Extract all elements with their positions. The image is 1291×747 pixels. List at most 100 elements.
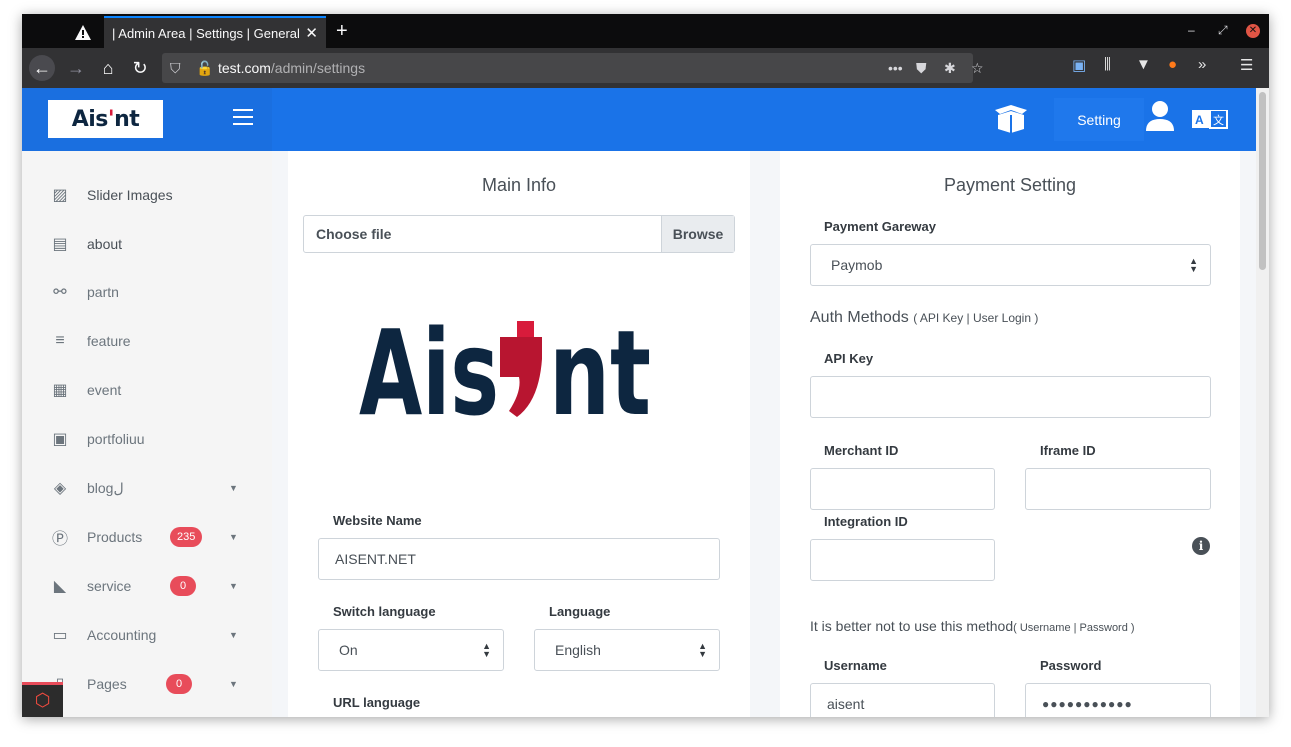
page-scrollbar[interactable] <box>1256 88 1269 717</box>
insecure-lock-icon[interactable]: 🔓 <box>196 60 213 77</box>
main-info-card: Main Info Choose file Browse Ais nt Webs… <box>288 151 750 717</box>
page-actions-icon[interactable]: ••• <box>888 60 903 76</box>
warning-icon <box>75 24 91 40</box>
back-icon[interactable]: ← <box>29 55 55 81</box>
password-label: Password <box>1040 658 1102 673</box>
sidebar-item-label: service <box>87 578 132 594</box>
overflow-menu-icon[interactable]: » <box>1198 56 1206 73</box>
pocket-icon[interactable]: ⛊ <box>916 60 927 77</box>
sidebar-item-label: feature <box>87 333 131 349</box>
auth-methods-heading: Auth Methods ( API Key | User Login ) <box>810 309 1039 326</box>
hamburger-menu-icon[interactable]: ☰ <box>1240 56 1253 74</box>
sidebar-item-products[interactable]: Ⓟ Products 235 ▼ <box>22 517 272 557</box>
info-icon[interactable]: i <box>1192 537 1210 555</box>
payment-gateway-select[interactable]: Paymob ▲ ▼ <box>810 244 1211 286</box>
site-logo-preview: Ais nt <box>359 319 651 419</box>
warning-tab[interactable] <box>62 16 104 48</box>
maximize-icon[interactable]: ⤢ <box>1218 23 1228 38</box>
handshake-icon: ⚯ <box>53 284 67 301</box>
tab-title: | Admin Area | Settings | General <box>112 25 300 41</box>
sidebar-item-about[interactable]: ▤ about <box>22 224 272 264</box>
id-card-icon: ▤ <box>52 236 68 253</box>
sidebar-item-label: Products <box>87 529 143 545</box>
username-label: Username <box>824 658 887 673</box>
merchant-id-input[interactable] <box>810 468 995 510</box>
close-tab-icon[interactable]: ✕ <box>305 24 318 42</box>
header-logo[interactable]: Aisꞌnt <box>48 100 163 138</box>
username-input[interactable]: aisent <box>810 683 995 717</box>
iframe-id-label: Iframe ID <box>1040 443 1096 458</box>
sidebar-item-accounting[interactable]: ▭ Accounting ▼ <box>22 615 272 655</box>
sidebar-item-label: partn <box>87 284 119 300</box>
switch-language-select[interactable]: On ▲ ▼ <box>318 629 504 671</box>
images-icon: ▨ <box>52 187 68 204</box>
count-badge: 235 <box>170 527 203 547</box>
language-select[interactable]: English ▲ ▼ <box>534 629 720 671</box>
svg-text:nt: nt <box>549 319 651 419</box>
sidebar-item-label: Slider Images <box>87 187 173 203</box>
laravel-logo-icon[interactable]: ⬡ <box>22 682 63 717</box>
tab-admin-settings[interactable]: | Admin Area | Settings | General ✕ <box>104 16 326 48</box>
vue-devtools-icon[interactable]: ▼ <box>1136 56 1151 73</box>
sidebar-toggle-icon[interactable] <box>233 109 253 127</box>
forward-icon[interactable]: → <box>63 55 89 81</box>
shield-icon[interactable]: ⛉ <box>170 60 181 77</box>
password-input[interactable]: ●●●●●●●●●●● <box>1025 683 1211 717</box>
sidebar-item-blog[interactable]: ◈ blogل ▼ <box>22 468 272 508</box>
sidebar-item-label: portfoliuu <box>87 431 145 447</box>
new-tab-icon[interactable]: + <box>336 20 348 43</box>
url-language-label: URL language <box>333 695 421 710</box>
open-box-icon[interactable] <box>992 102 1030 134</box>
sidebar-item-partn[interactable]: ⚯ partn <box>22 272 272 312</box>
chevron-down-icon: ▼ <box>229 532 238 542</box>
sidebar-item-service[interactable]: ◣ service 0 ▼ <box>22 566 272 606</box>
user-icon[interactable] <box>1144 100 1176 132</box>
reload-icon[interactable]: ↻ <box>127 55 153 81</box>
sidebar-item-event[interactable]: ▦ event <box>22 370 272 410</box>
merchant-id-label: Merchant ID <box>824 443 899 458</box>
sidebar-item-feature[interactable]: ≡ feature <box>22 321 272 361</box>
setting-button[interactable]: Setting <box>1054 98 1144 141</box>
p-circle-icon: Ⓟ <box>51 531 68 548</box>
chevron-down-icon: ▼ <box>229 679 238 689</box>
sidebar-item-label: about <box>87 236 123 252</box>
sidebar: ▨ Slider Images ▤ about ⚯ partn ≡ featur… <box>22 151 272 717</box>
chevron-down-icon: ▼ <box>229 630 238 640</box>
home-icon[interactable]: ⌂ <box>95 55 121 81</box>
switch-language-label: Switch language <box>333 604 436 619</box>
layers-icon: ◈ <box>53 480 67 497</box>
integration-id-input[interactable] <box>810 539 995 581</box>
bug-icon[interactable]: ✱ <box>944 60 956 77</box>
money-icon: ▭ <box>52 627 68 644</box>
brand-area: Aisꞌnt <box>22 88 272 151</box>
api-key-input[interactable] <box>810 376 1211 418</box>
payment-setting-title: Payment Setting <box>943 175 1077 195</box>
legacy-auth-heading: It is better not to use this method( Use… <box>810 618 1135 634</box>
language-icon[interactable]: A 文 <box>1192 110 1228 130</box>
count-badge: 0 <box>166 674 192 694</box>
minimize-icon[interactable]: – <box>1188 23 1195 37</box>
window-close-icon[interactable]: ✕ <box>1246 24 1260 38</box>
url-text: test.com/admin/settings <box>218 60 366 76</box>
payment-gateway-label: Payment Gareway <box>824 219 937 234</box>
sidebar-item-portfoliuu[interactable]: ▣ portfoliuu <box>22 419 272 459</box>
count-badge: 0 <box>170 576 196 596</box>
library-icon[interactable]: ⫼ <box>1104 56 1111 73</box>
select-arrows-icon: ▲ ▼ <box>1189 256 1198 274</box>
main-info-title: Main Info <box>481 175 557 195</box>
logo-file-input[interactable]: Choose file Browse <box>303 215 735 253</box>
tab-strip: | Admin Area | Settings | General ✕ + – … <box>22 14 1269 48</box>
app-header: Aisꞌnt Setting A 文 <box>22 88 1256 151</box>
translate-icon[interactable]: ▣ <box>1072 56 1086 74</box>
iframe-id-input[interactable] <box>1025 468 1211 510</box>
chevron-down-icon: ▼ <box>229 483 238 493</box>
browse-button[interactable]: Browse <box>661 216 734 252</box>
bookmark-star-icon[interactable]: ☆ <box>971 60 984 77</box>
payment-setting-card: Payment Setting Payment Gareway Paymob ▲… <box>780 151 1240 717</box>
website-name-input[interactable]: AISENT.NET <box>318 538 720 580</box>
url-bar[interactable]: ⛉ 🔓 test.com/admin/settings ••• ⛊ ✱ ☆ <box>162 53 984 83</box>
svg-text:A: A <box>1195 113 1204 127</box>
sidebar-item-slider-images[interactable]: ▨ Slider Images <box>22 175 272 215</box>
extension-icon[interactable]: ● <box>1168 56 1177 73</box>
language-label: Language <box>549 604 611 619</box>
